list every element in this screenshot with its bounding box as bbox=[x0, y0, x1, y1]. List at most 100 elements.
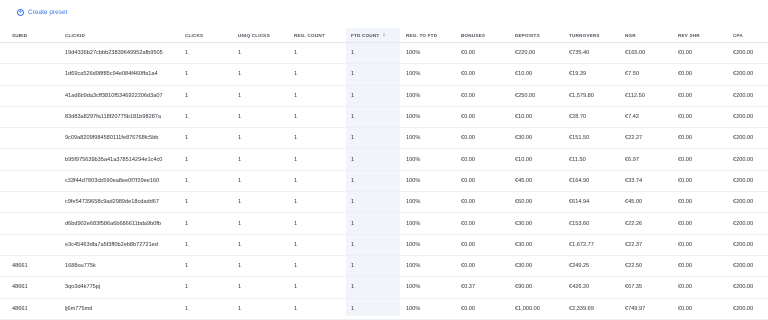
header-clickid[interactable]: CLICKID bbox=[65, 28, 85, 42]
cell-ftd-count: 1 bbox=[351, 135, 355, 142]
cell-cpa: €200.00 bbox=[733, 263, 754, 270]
plus-circle-icon: + bbox=[17, 9, 24, 16]
table-row[interactable]: 1d69ca526d98f85c94e084f460ffa1a4 1 1 1 1… bbox=[0, 64, 768, 86]
table-row[interactable]: 48661 lj6m775md 1 1 1 1 100% €0.00 €1,00… bbox=[0, 299, 768, 320]
table-row[interactable]: b95f975639b35a41a378514294e1c4c0 1 1 1 1… bbox=[0, 149, 768, 171]
cell-deposits: €90.00 bbox=[515, 284, 533, 291]
cell-uniq-clicks: 1 bbox=[238, 50, 242, 57]
cell-reg-to-ftd: 100% bbox=[406, 177, 421, 184]
cell-reg-to-ftd: 100% bbox=[406, 284, 421, 291]
table-row[interactable]: e3c45463dfa7a5f3ff0b2eb8b72721ed 1 1 1 1… bbox=[0, 235, 768, 256]
table-row[interactable]: 41ad6b9da3cff3810f5346922206d3a07 1 1 1 … bbox=[0, 86, 768, 107]
header-ngr[interactable]: NGR bbox=[625, 28, 636, 42]
cell-reg-count: 1 bbox=[294, 241, 298, 248]
create-preset-label: Create preset bbox=[28, 9, 68, 16]
cell-deposits: €250.00 bbox=[515, 92, 536, 99]
header-cpa[interactable]: CPA bbox=[733, 28, 743, 42]
cell-reg-to-ftd: 100% bbox=[406, 241, 421, 248]
header-turnovers[interactable]: TURNOVERS bbox=[569, 28, 600, 42]
cell-uniq-clicks: 1 bbox=[238, 284, 242, 291]
cell-cpa: €200.00 bbox=[733, 177, 754, 184]
cell-rev-shr: €0.00 bbox=[678, 114, 692, 121]
header-clicks[interactable]: CLICKS bbox=[185, 28, 203, 42]
cell-cpa: €200.00 bbox=[733, 92, 754, 99]
cell-clicks: 1 bbox=[185, 71, 189, 78]
cell-cpa: €200.00 bbox=[733, 71, 754, 78]
cell-ftd-count: 1 bbox=[351, 241, 355, 248]
cell-clickid: 19d4336b27cbbb23839649952afb9505 bbox=[65, 50, 163, 57]
table-row[interactable]: 48661 1688ou775k 1 1 1 1 100% €0.00 €30.… bbox=[0, 256, 768, 278]
cell-uniq-clicks: 1 bbox=[238, 135, 242, 142]
cell-reg-to-ftd: 100% bbox=[406, 71, 421, 78]
cell-rev-shr: €0.00 bbox=[678, 50, 692, 57]
cell-turnovers: €153.60 bbox=[569, 220, 590, 227]
table-row[interactable]: 83d83a8297fa118f20775b181b98287a 1 1 1 1… bbox=[0, 107, 768, 129]
create-preset-button[interactable]: + Create preset bbox=[17, 9, 67, 16]
cell-ftd-count: 1 bbox=[351, 71, 355, 78]
cell-cpa: €200.00 bbox=[733, 135, 754, 142]
table-row[interactable]: 19d4336b27cbbb23839649952afb9505 1 1 1 1… bbox=[0, 43, 768, 65]
cell-clicks: 1 bbox=[185, 156, 189, 163]
header-ftd-count[interactable]: FTD COUNT ↓ bbox=[351, 28, 386, 42]
cell-subid: 48661 bbox=[12, 284, 28, 291]
table-row[interactable]: 9c09a8209f984580111fe876768fc5bb 1 1 1 1… bbox=[0, 128, 768, 150]
cell-deposits: €10.00 bbox=[515, 114, 533, 121]
cell-turnovers: €28.70 bbox=[569, 114, 587, 121]
cell-reg-to-ftd: 100% bbox=[406, 135, 421, 142]
cell-turnovers: €614.94 bbox=[569, 199, 590, 206]
cell-clicks: 1 bbox=[185, 92, 189, 99]
table-row[interactable]: c33f44d7803cb590ea8ee0f7f29ee160 1 1 1 1… bbox=[0, 171, 768, 193]
cell-turnovers: €19.39 bbox=[569, 71, 587, 78]
cell-ngr: €45.00 bbox=[625, 199, 643, 206]
header-deposits[interactable]: DEPOSITS bbox=[515, 28, 540, 42]
header-reg-to-ftd[interactable]: REG. TO FTD bbox=[406, 28, 437, 42]
header-subid[interactable]: SUBID bbox=[12, 28, 27, 42]
cell-reg-count: 1 bbox=[294, 135, 298, 142]
table-row[interactable]: c9fe54739658c9ad2989de18cdadd67 1 1 1 1 … bbox=[0, 192, 768, 214]
cell-ngr: €22.26 bbox=[625, 220, 643, 227]
cell-reg-count: 1 bbox=[294, 92, 298, 99]
cell-cpa: €200.00 bbox=[733, 220, 754, 227]
cell-ftd-count: 1 bbox=[351, 50, 355, 57]
cell-rev-shr: €0.00 bbox=[678, 135, 692, 142]
cell-deposits: €60.00 bbox=[515, 199, 533, 206]
cell-bonuses: €0.00 bbox=[461, 263, 475, 270]
cell-uniq-clicks: 1 bbox=[238, 199, 242, 206]
cell-clicks: 1 bbox=[185, 177, 189, 184]
toolbar: + Create preset bbox=[0, 0, 768, 28]
table-header: SUBID CLICKID CLICKS UNIQ CLICKS REG. CO… bbox=[0, 28, 768, 43]
cell-ftd-count: 1 bbox=[351, 177, 355, 184]
cell-ngr: €112.50 bbox=[625, 92, 645, 99]
cell-reg-count: 1 bbox=[294, 50, 298, 57]
cell-ngr: €22.27 bbox=[625, 135, 643, 142]
header-bonuses[interactable]: BONUSES bbox=[461, 28, 485, 42]
cell-bonuses: €0.00 bbox=[461, 220, 475, 227]
cell-deposits: €10.00 bbox=[515, 156, 533, 163]
cell-rev-shr: €0.00 bbox=[678, 284, 692, 291]
table-row[interactable]: d6bd902e683f586a6b686611bda9b0fb 1 1 1 1… bbox=[0, 213, 768, 235]
cell-ngr: €165.00 bbox=[625, 50, 646, 57]
cell-reg-count: 1 bbox=[294, 220, 298, 227]
cell-clicks: 1 bbox=[185, 50, 189, 57]
cell-clicks: 1 bbox=[185, 284, 189, 291]
cell-clickid: 9c09a8209f984580111fe876768fc5bb bbox=[65, 135, 159, 142]
header-uniq-clicks[interactable]: UNIQ CLICKS bbox=[238, 28, 270, 42]
cell-reg-to-ftd: 100% bbox=[406, 156, 421, 163]
cell-turnovers: €164.90 bbox=[569, 177, 590, 184]
cell-reg-count: 1 bbox=[294, 71, 298, 78]
cell-reg-count: 1 bbox=[294, 284, 298, 291]
cell-uniq-clicks: 1 bbox=[238, 177, 242, 184]
cell-bonuses: €0.00 bbox=[461, 241, 475, 248]
cell-deposits: €30.00 bbox=[515, 241, 533, 248]
table-row[interactable]: 48661 3qo3d4k775pj 1 1 1 1 100% €0.37 €9… bbox=[0, 277, 768, 299]
cell-bonuses: €0.00 bbox=[461, 92, 475, 99]
cell-bonuses: €0.00 bbox=[461, 114, 475, 121]
cell-cpa: €200.00 bbox=[733, 284, 754, 291]
header-rev-shr[interactable]: REV SHR bbox=[678, 28, 700, 42]
cell-deposits: €30.00 bbox=[515, 135, 533, 142]
cell-reg-to-ftd: 100% bbox=[406, 199, 421, 206]
cell-turnovers: €735.40 bbox=[569, 50, 590, 57]
header-reg-count[interactable]: REG. COUNT bbox=[294, 28, 325, 42]
cell-turnovers: €249.25 bbox=[569, 263, 590, 270]
cell-turnovers: €151.50 bbox=[569, 135, 590, 142]
